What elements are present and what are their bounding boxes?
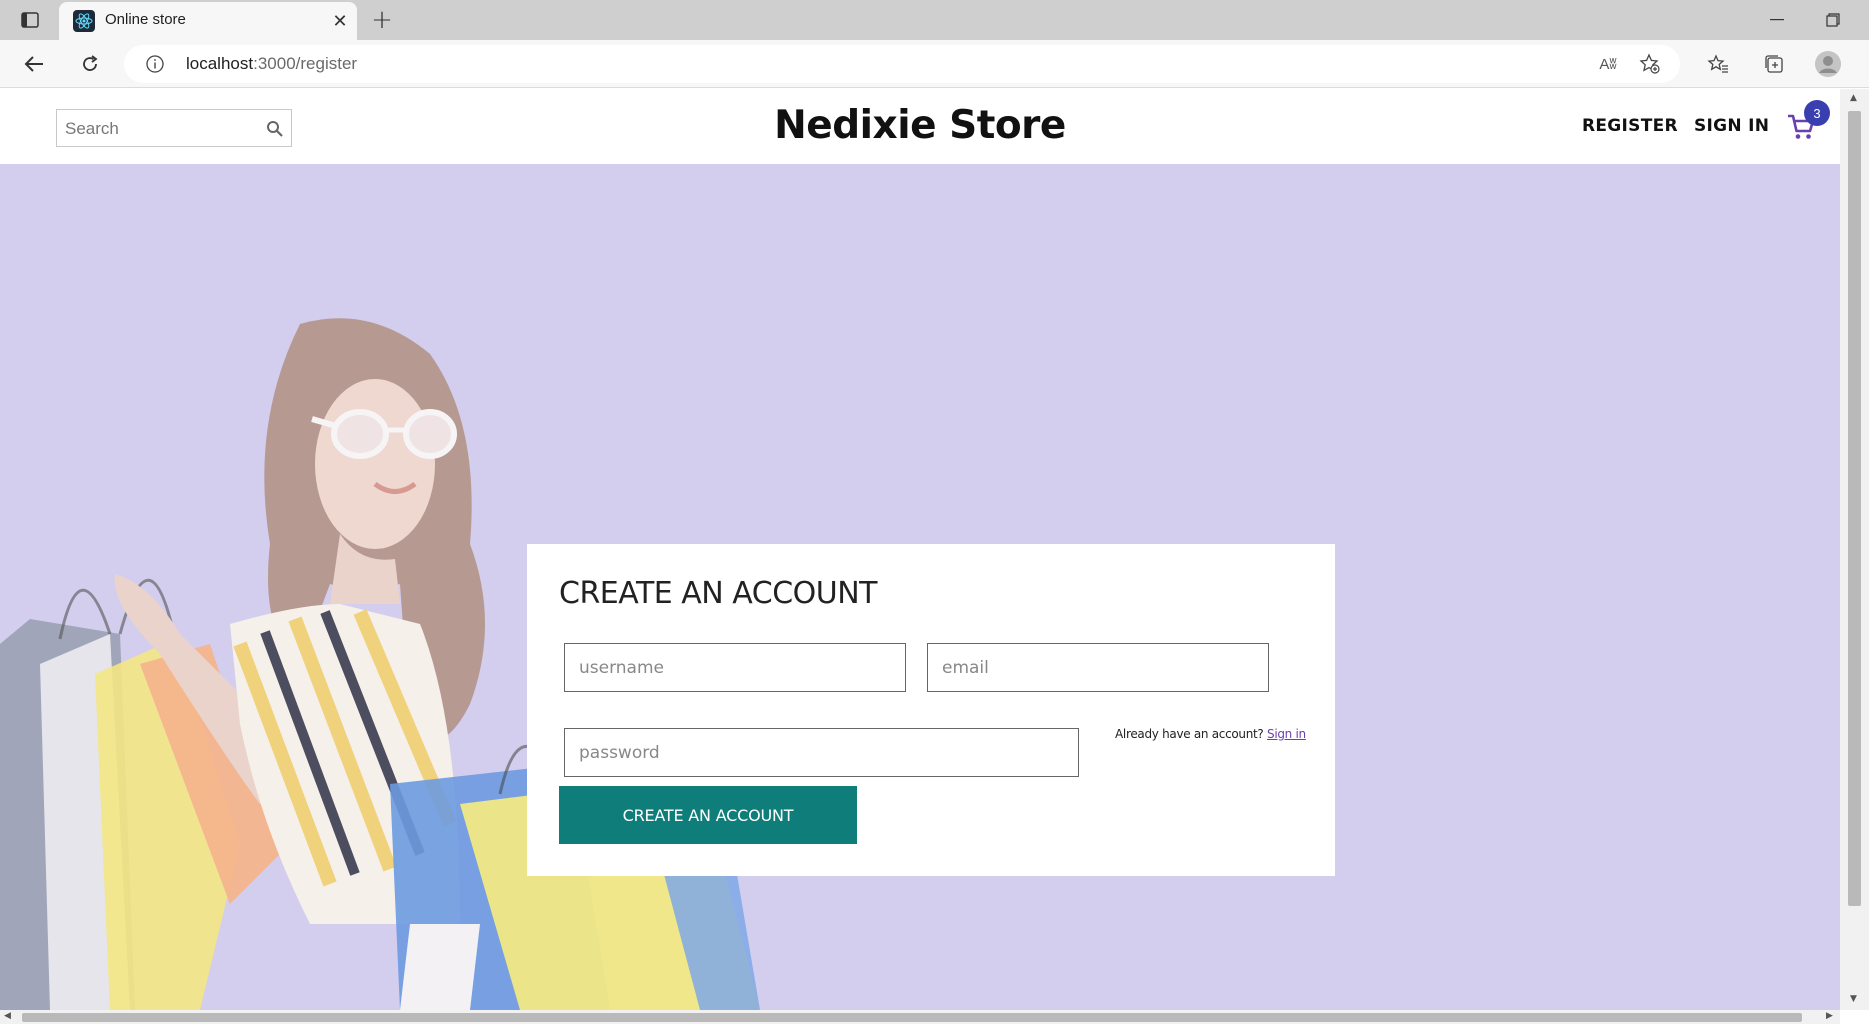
read-aloud-icon[interactable]: Aʬ xyxy=(1594,52,1622,76)
vertical-scrollbar[interactable]: ▲ ▼ xyxy=(1840,89,1869,1010)
create-account-button[interactable]: CREATE AN ACCOUNT xyxy=(559,786,857,844)
horizontal-scroll-thumb[interactable] xyxy=(22,1013,1802,1022)
react-icon xyxy=(73,10,95,32)
nav-signin-link[interactable]: SIGN IN xyxy=(1694,116,1769,136)
form-title: CREATE AN ACCOUNT xyxy=(559,576,877,611)
scroll-left-arrow-icon[interactable]: ◀ xyxy=(4,1011,11,1021)
restore-window-icon[interactable] xyxy=(1818,8,1848,32)
page-viewport: Nedixie Store REGISTER SIGN IN 3 xyxy=(0,89,1840,1010)
vertical-scroll-thumb[interactable] xyxy=(1848,111,1861,906)
new-tab-icon[interactable]: + xyxy=(368,5,396,35)
email-input[interactable] xyxy=(928,644,1268,691)
horizontal-scrollbar[interactable]: ◀ ▶ xyxy=(0,1010,1840,1024)
register-form-card: CREATE AN ACCOUNT Already have an accoun… xyxy=(527,544,1335,876)
url-text[interactable]: localhost:3000/register xyxy=(186,54,357,74)
scroll-down-arrow-icon[interactable]: ▼ xyxy=(1850,994,1857,1004)
hero-background: CREATE AN ACCOUNT Already have an accoun… xyxy=(0,164,1840,1010)
collections-icon[interactable] xyxy=(1758,49,1790,79)
password-input[interactable] xyxy=(565,729,1078,776)
browser-tab-bar: Online store ✕ + xyxy=(0,0,1869,40)
site-navbar: Nedixie Store REGISTER SIGN IN 3 xyxy=(0,89,1840,164)
cart-count-badge: 3 xyxy=(1804,100,1830,126)
browser-toolbar: localhost:3000/register Aʬ xyxy=(0,40,1869,88)
back-icon[interactable] xyxy=(18,49,50,79)
username-input[interactable] xyxy=(565,644,905,691)
close-tab-icon[interactable]: ✕ xyxy=(329,10,351,32)
store-brand-title: Nedixie Store xyxy=(774,103,1066,148)
scroll-up-arrow-icon[interactable]: ▲ xyxy=(1850,93,1857,103)
signin-prompt-text: Already have an account? xyxy=(1115,727,1268,741)
site-info-icon[interactable] xyxy=(144,53,166,75)
nav-register-link[interactable]: REGISTER xyxy=(1582,116,1678,136)
signin-hint: Already have an account? Sign in xyxy=(1115,727,1306,741)
profile-avatar-icon[interactable] xyxy=(1812,49,1844,79)
email-field[interactable] xyxy=(927,643,1269,692)
url-path: :3000/register xyxy=(253,54,358,73)
tab-title: Online store xyxy=(105,11,186,28)
minimize-window-icon[interactable] xyxy=(1762,8,1792,32)
add-favorite-icon[interactable] xyxy=(1636,51,1664,77)
password-field[interactable] xyxy=(564,728,1079,777)
favorites-icon[interactable] xyxy=(1702,49,1734,79)
browser-tab[interactable]: Online store ✕ xyxy=(59,2,357,40)
address-bar[interactable]: localhost:3000/register Aʬ xyxy=(124,45,1680,83)
scroll-right-arrow-icon[interactable]: ▶ xyxy=(1826,1011,1833,1021)
tab-actions-icon[interactable] xyxy=(16,9,44,31)
refresh-icon[interactable] xyxy=(74,49,106,79)
signin-link[interactable]: Sign in xyxy=(1267,727,1306,741)
url-host: localhost xyxy=(186,54,254,73)
username-field[interactable] xyxy=(564,643,906,692)
